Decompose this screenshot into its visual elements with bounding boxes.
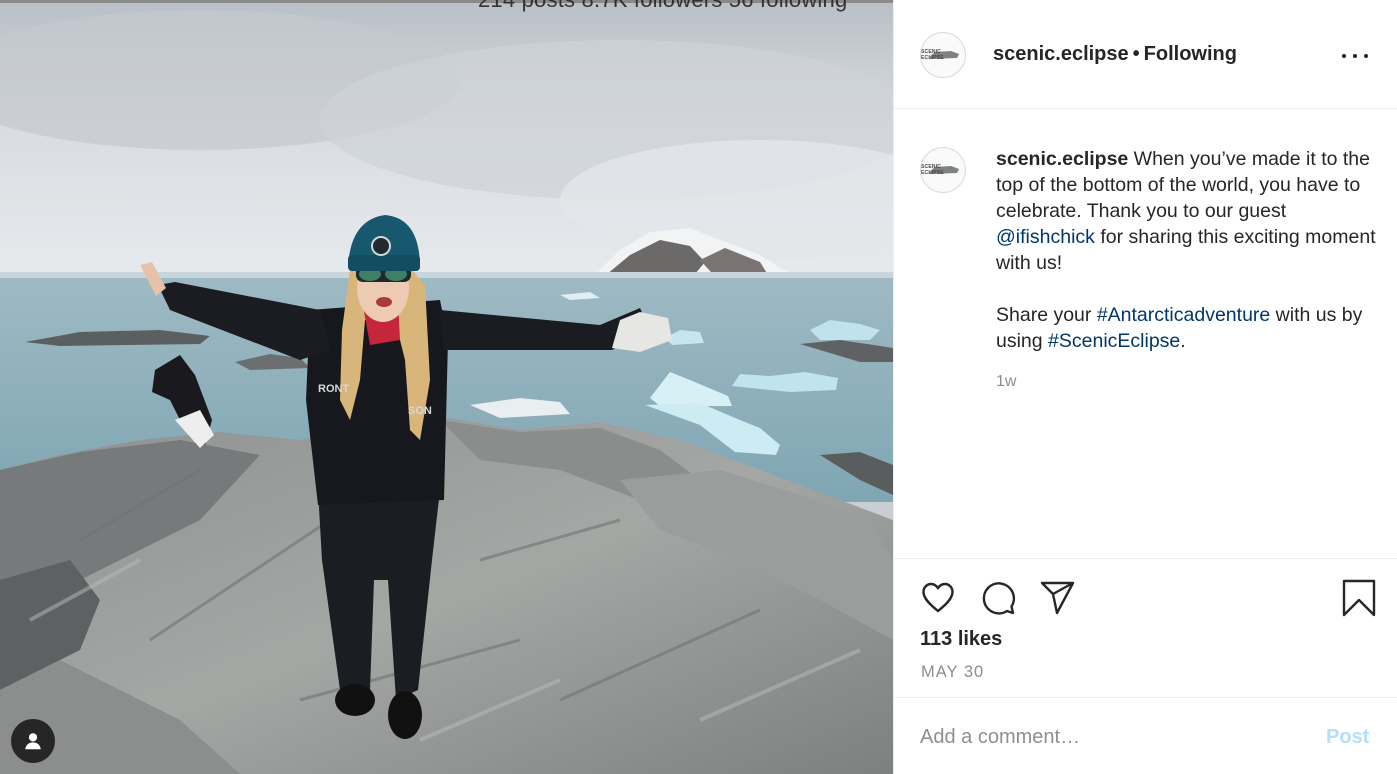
- caption-text-5: .: [1180, 330, 1186, 352]
- comment-icon[interactable]: [979, 579, 1017, 617]
- more-options-button[interactable]: [1342, 44, 1368, 68]
- post-date[interactable]: MAY 30: [921, 663, 984, 682]
- header-username[interactable]: scenic.eclipse: [993, 43, 1129, 65]
- share-icon[interactable]: [1039, 579, 1077, 617]
- caption-username[interactable]: scenic.eclipse: [996, 148, 1128, 170]
- more-dot-icon: [1364, 54, 1368, 58]
- post-comment-button[interactable]: Post: [1326, 726, 1369, 749]
- caption-text: scenic.eclipse When you’ve made it to th…: [996, 146, 1386, 354]
- post-side-panel: SCENIC ECLIPSE scenic.eclipse • Following …: [893, 0, 1397, 774]
- comment-bar: Post: [894, 697, 1397, 774]
- avatar[interactable]: SCENIC ECLIPSE: [920, 32, 966, 78]
- caption-gap: [996, 276, 1386, 302]
- caption-paragraph-1: scenic.eclipse When you’ve made it to th…: [996, 146, 1386, 276]
- following-button[interactable]: Following: [1144, 43, 1237, 65]
- antarctica-photo: RONT SON: [0, 0, 893, 774]
- tagged-users-button[interactable]: [11, 719, 55, 763]
- avatar-logo-text: SCENIC ECLIPSE: [921, 49, 944, 61]
- comment-input[interactable]: [920, 722, 1300, 752]
- caption-age[interactable]: 1w: [996, 373, 1016, 391]
- hashtag-link-scenic-eclipse[interactable]: #ScenicEclipse: [1048, 330, 1180, 352]
- post-photo[interactable]: RONT SON 214 posts 8.7K followers 56 fol…: [0, 0, 893, 774]
- caption-section: SCENIC ECLIPSE scenic.eclipse When you’v…: [894, 110, 1397, 558]
- more-dot-icon: [1342, 54, 1346, 58]
- avatar-logo-text: SCENIC ECLIPSE: [921, 164, 944, 176]
- hashtag-link-antarcticadventure[interactable]: #Antarcticadventure: [1097, 304, 1270, 326]
- profile-stats-strip: 214 posts 8.7K followers 56 following: [478, 0, 847, 13]
- person-icon: [25, 733, 41, 750]
- likes-count[interactable]: 113 likes: [920, 628, 1002, 651]
- mention-link[interactable]: @ifishchick: [996, 226, 1095, 248]
- caption-paragraph-2: Share your #Antarcticadventure with us b…: [996, 302, 1386, 354]
- bookmark-icon[interactable]: [1340, 579, 1378, 617]
- svg-text:SON: SON: [408, 405, 432, 417]
- header-title: scenic.eclipse • Following: [993, 43, 1237, 66]
- heart-icon[interactable]: [919, 579, 957, 617]
- caption-text-3: Share your: [996, 304, 1097, 326]
- svg-text:RONT: RONT: [318, 383, 349, 395]
- caption-avatar[interactable]: SCENIC ECLIPSE: [920, 147, 966, 193]
- header-separator: •: [1132, 43, 1140, 65]
- post-header: SCENIC ECLIPSE scenic.eclipse • Following: [894, 0, 1397, 109]
- more-dot-icon: [1353, 54, 1357, 58]
- post-actions: 113 likes MAY 30: [894, 558, 1397, 696]
